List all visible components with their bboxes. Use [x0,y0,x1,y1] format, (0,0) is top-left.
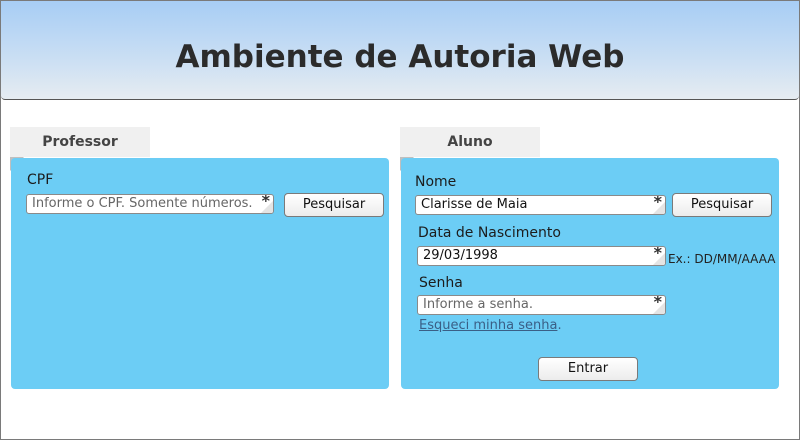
page-header: Ambiente de Autoria Web [1,1,799,100]
senha-input[interactable]: Informe a senha. * [417,295,666,315]
senha-label: Senha [419,275,463,291]
forgot-password-suffix: . [557,318,562,333]
page-title: Ambiente de Autoria Web [175,39,625,75]
forgot-password-text: Esqueci minha senha. [419,318,562,333]
professor-panel: CPF Informe o CPF. Somente números. * Pe… [11,158,389,389]
required-marker: * [261,194,270,210]
senha-placeholder: Informe a senha. [423,297,533,312]
aluno-search-button[interactable]: Pesquisar [672,193,772,217]
forgot-password-link[interactable]: Esqueci minha senha [419,318,557,333]
enter-button[interactable]: Entrar [538,357,638,381]
tab-professor-label: Professor [42,134,118,150]
nascimento-hint: Ex.: DD/MM/AAAA [668,252,776,266]
nome-input[interactable]: Clarisse de Maia * [415,195,666,215]
tab-aluno-label: Aluno [447,134,493,150]
professor-search-button[interactable]: Pesquisar [284,193,384,217]
nascimento-label: Data de Nascimento [418,225,561,241]
tab-professor: Professor [10,127,150,171]
cpf-label: CPF [27,172,54,188]
required-marker: * [653,295,662,311]
aluno-panel: Nome Clarisse de Maia * Pesquisar Data d… [401,158,779,389]
tab-aluno: Aluno [400,127,540,171]
nascimento-input[interactable]: 29/03/1998 * [417,246,666,266]
required-marker: * [653,195,662,211]
cpf-placeholder: Informe o CPF. Somente números. [32,196,253,211]
nome-value: Clarisse de Maia [421,197,528,212]
required-marker: * [653,246,662,262]
nome-label: Nome [415,174,457,190]
app-frame: Ambiente de Autoria Web Professor CPF In… [0,0,800,440]
cpf-input[interactable]: Informe o CPF. Somente números. * [26,194,274,214]
nascimento-value: 29/03/1998 [423,248,498,263]
